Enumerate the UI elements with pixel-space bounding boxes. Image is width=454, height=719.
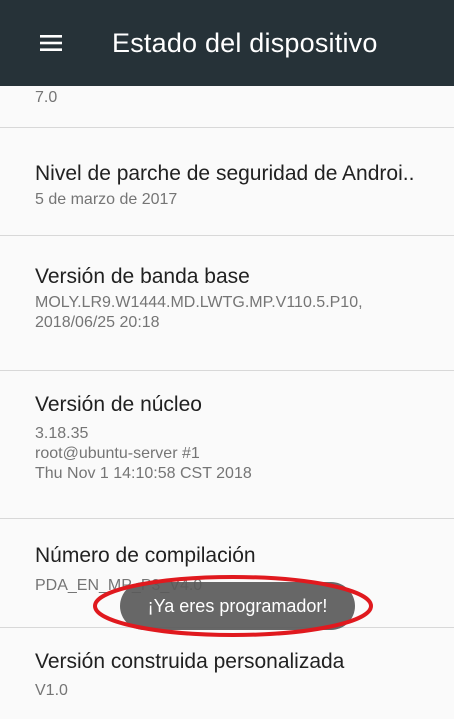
item-title: Versión construida personalizada — [35, 650, 345, 673]
list-item-security-patch[interactable]: Nivel de parche de seguridad de Androi..… — [0, 128, 454, 236]
hamburger-menu-icon — [40, 35, 62, 51]
toast-container: ¡Ya eres programador! — [92, 574, 374, 638]
item-title: Versión de núcleo — [35, 393, 202, 416]
list-item-custom-build-version[interactable]: Versión construida personalizada V1.0 — [0, 628, 454, 719]
item-summary: MOLY.LR9.W1444.MD.LWTG.MP.V110.5.P10, 20… — [35, 294, 363, 331]
page-title: Estado del dispositivo — [112, 27, 378, 58]
item-summary: 5 de marzo de 2017 — [35, 191, 178, 208]
highlight-ellipse — [93, 575, 373, 637]
item-title: Número de compilación — [35, 544, 256, 567]
list-item-baseband-version[interactable]: Versión de banda base MOLY.LR9.W1444.MD.… — [0, 236, 454, 371]
screen: 7.0 Nivel de parche de seguridad de Andr… — [0, 0, 454, 719]
hamburger-menu-button[interactable] — [36, 28, 66, 58]
list-item-kernel-version[interactable]: Versión de núcleo 3.18.35 root@ubuntu-se… — [0, 371, 454, 519]
app-bar: Estado del dispositivo — [0, 0, 454, 86]
item-summary: V1.0 — [35, 682, 68, 699]
item-title: Versión de banda base — [35, 265, 250, 288]
item-summary: 7.0 — [35, 89, 58, 106]
item-title: Nivel de parche de seguridad de Androi.. — [35, 162, 415, 185]
item-summary: 3.18.35 root@ubuntu-server #1 Thu Nov 1 … — [35, 425, 252, 482]
